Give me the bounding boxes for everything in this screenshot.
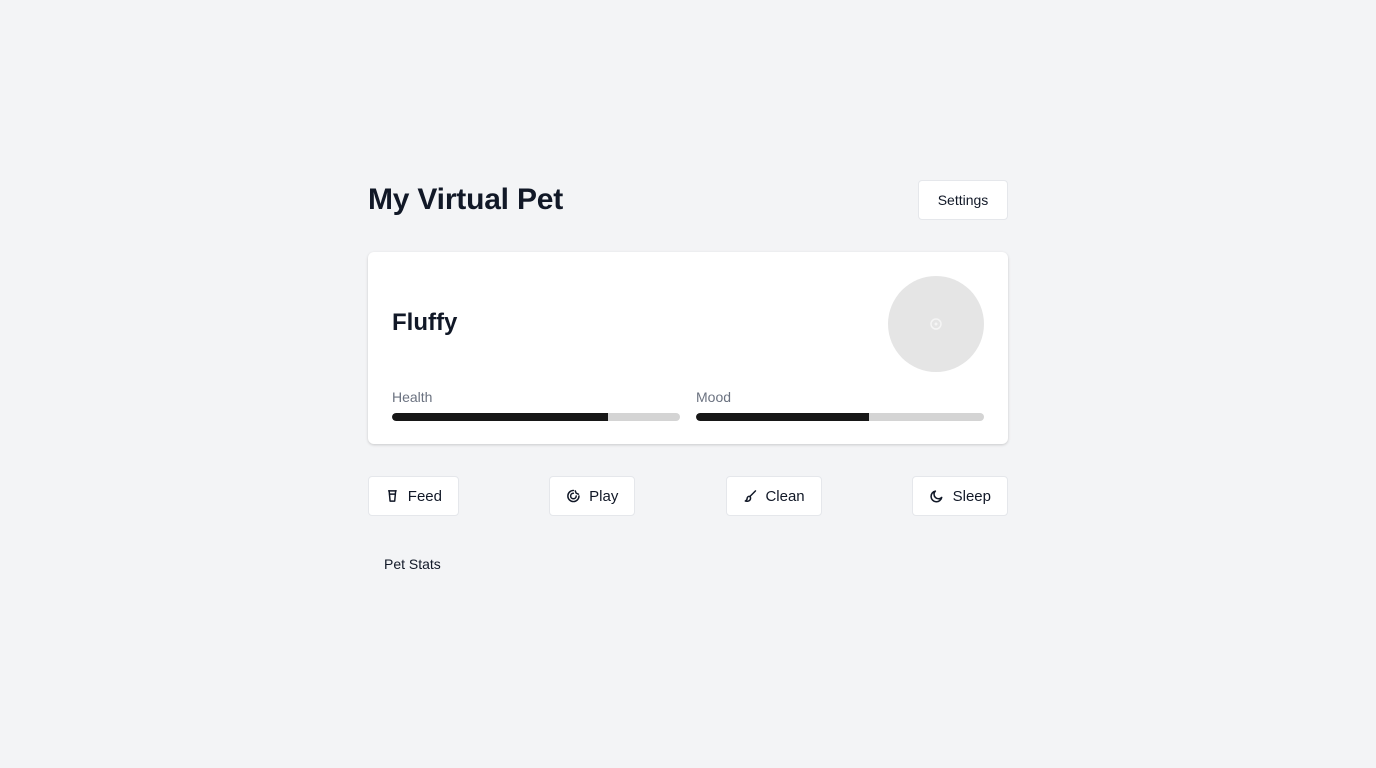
stat-health: Health [392, 389, 680, 421]
header: My Virtual Pet Settings [368, 180, 1008, 220]
mood-bar-track [696, 413, 984, 421]
cup-icon [387, 490, 397, 502]
pet-stats-heading: Pet Stats [384, 556, 441, 572]
health-bar-fill [392, 413, 608, 421]
pet-stats-bars: Health Mood [392, 389, 984, 421]
pet-card: Fluffy Health Mood [368, 252, 1008, 444]
stat-mood: Mood [696, 389, 984, 421]
stat-label-mood: Mood [696, 389, 732, 405]
feed-button-label: Feed [407, 487, 442, 505]
pet-avatar [888, 276, 984, 372]
clean-button[interactable]: Clean [725, 476, 822, 516]
moon-icon [930, 490, 943, 503]
play-button[interactable]: Play [549, 476, 636, 516]
brush-icon [744, 490, 756, 502]
feed-button[interactable]: Feed [368, 476, 459, 516]
stat-label-health: Health [392, 389, 433, 405]
action-buttons: Feed Play Clean Sleep [368, 476, 1008, 516]
health-bar-track [392, 413, 680, 421]
play-button-label: Play [589, 487, 619, 505]
sleep-button[interactable]: Sleep [911, 476, 1008, 516]
page-title: My Virtual Pet [368, 183, 564, 216]
mood-bar-fill [696, 413, 869, 421]
app-container: My Virtual Pet Settings Fluffy Health Mo… [368, 180, 1008, 572]
pet-placeholder-icon [930, 318, 942, 330]
pet-name: Fluffy [392, 309, 458, 336]
sleep-button-label: Sleep [952, 487, 991, 505]
toy-icon [567, 489, 581, 503]
settings-button[interactable]: Settings [918, 180, 1008, 220]
clean-button-label: Clean [765, 487, 805, 505]
